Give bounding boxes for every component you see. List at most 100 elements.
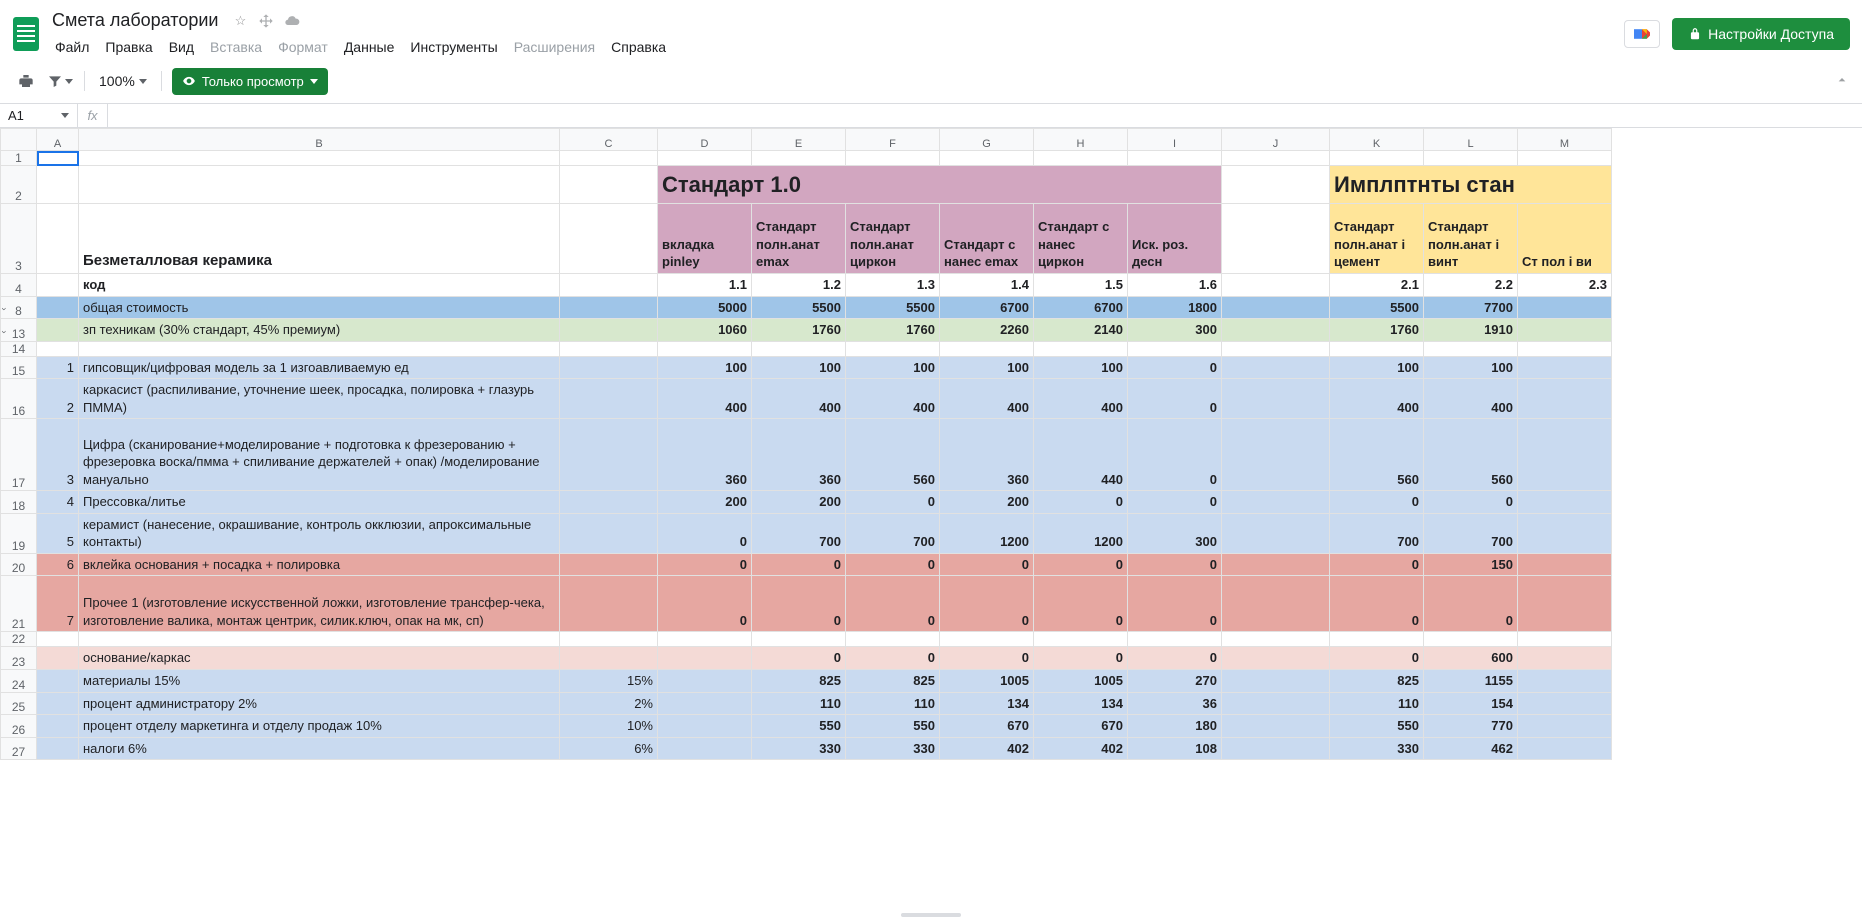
cell[interactable]: Стандарт полн.анат циркон xyxy=(846,204,940,274)
cell[interactable] xyxy=(560,419,658,491)
cell[interactable] xyxy=(940,341,1034,356)
cell[interactable] xyxy=(658,715,752,738)
cell[interactable]: 100 xyxy=(1034,356,1128,379)
formula-input[interactable] xyxy=(108,104,1862,127)
move-icon[interactable] xyxy=(258,13,274,29)
cell[interactable]: 180 xyxy=(1128,715,1222,738)
cell[interactable]: 1760 xyxy=(1330,319,1424,342)
cell[interactable]: 670 xyxy=(1034,715,1128,738)
row-header[interactable]: 23 xyxy=(1,647,37,670)
cell[interactable]: Стандарт 1.0 xyxy=(658,166,1222,204)
cell[interactable] xyxy=(1518,341,1612,356)
cell[interactable] xyxy=(752,632,846,647)
row-header[interactable]: 2 xyxy=(1,166,37,204)
cell[interactable]: 1.4 xyxy=(940,274,1034,297)
cell[interactable] xyxy=(1222,341,1330,356)
cell[interactable]: 0 xyxy=(1128,491,1222,514)
cell[interactable]: 0 xyxy=(1330,576,1424,632)
cell[interactable]: 700 xyxy=(1330,513,1424,553)
cell[interactable] xyxy=(940,151,1034,166)
cell[interactable]: 0 xyxy=(752,576,846,632)
cell[interactable] xyxy=(560,274,658,297)
cell[interactable] xyxy=(37,737,79,760)
menu-tools[interactable]: Инструменты xyxy=(403,35,504,59)
cell[interactable]: 1060 xyxy=(658,319,752,342)
cell[interactable]: 0 xyxy=(1128,576,1222,632)
cell[interactable]: 670 xyxy=(940,715,1034,738)
cell[interactable]: 1760 xyxy=(846,319,940,342)
cell[interactable] xyxy=(658,151,752,166)
cell[interactable]: 400 xyxy=(1424,379,1518,419)
cell[interactable] xyxy=(1222,356,1330,379)
cell[interactable] xyxy=(1518,513,1612,553)
name-box[interactable]: A1 xyxy=(0,104,78,127)
cell[interactable] xyxy=(1222,647,1330,670)
cell[interactable] xyxy=(1128,151,1222,166)
cell[interactable] xyxy=(1034,341,1128,356)
cell[interactable]: 6% xyxy=(560,737,658,760)
col-header-L[interactable]: L xyxy=(1424,129,1518,151)
cell[interactable]: 2.1 xyxy=(1330,274,1424,297)
cell[interactable]: 400 xyxy=(1034,379,1128,419)
cell[interactable]: процент отделу маркетинга и отделу прода… xyxy=(79,715,560,738)
cell[interactable]: 0 xyxy=(1128,419,1222,491)
cell[interactable] xyxy=(560,204,658,274)
cell[interactable] xyxy=(560,647,658,670)
meet-icon[interactable] xyxy=(1624,20,1660,48)
cell[interactable]: 5 xyxy=(37,513,79,553)
cell[interactable] xyxy=(1034,632,1128,647)
row-header[interactable]: 3 xyxy=(1,204,37,274)
cell[interactable]: 400 xyxy=(658,379,752,419)
cell[interactable]: 110 xyxy=(1330,692,1424,715)
cell[interactable] xyxy=(658,737,752,760)
cell[interactable]: 700 xyxy=(752,513,846,553)
cell[interactable]: 134 xyxy=(940,692,1034,715)
cell[interactable]: 770 xyxy=(1424,715,1518,738)
menu-extensions[interactable]: Расширения xyxy=(507,35,602,59)
cell[interactable] xyxy=(1518,319,1612,342)
col-header-I[interactable]: I xyxy=(1128,129,1222,151)
cell[interactable] xyxy=(560,379,658,419)
cell[interactable] xyxy=(37,296,79,319)
cell[interactable] xyxy=(1424,632,1518,647)
cell[interactable]: 300 xyxy=(1128,513,1222,553)
cell[interactable] xyxy=(940,632,1034,647)
cell[interactable]: 110 xyxy=(752,692,846,715)
row-header[interactable]: 4 xyxy=(1,274,37,297)
cell[interactable] xyxy=(560,576,658,632)
cell[interactable] xyxy=(846,341,940,356)
cell[interactable] xyxy=(1518,491,1612,514)
cell[interactable] xyxy=(560,296,658,319)
cell[interactable] xyxy=(37,204,79,274)
cell[interactable]: 402 xyxy=(1034,737,1128,760)
cell[interactable]: керамист (нанесение, окрашивание, контро… xyxy=(79,513,560,553)
cell[interactable] xyxy=(560,513,658,553)
cell[interactable]: 700 xyxy=(846,513,940,553)
cell[interactable]: 825 xyxy=(752,670,846,693)
cell[interactable]: 1.1 xyxy=(658,274,752,297)
cell[interactable]: материалы 15% xyxy=(79,670,560,693)
cell[interactable]: 36 xyxy=(1128,692,1222,715)
share-button[interactable]: Настройки Доступа xyxy=(1672,18,1850,50)
cell[interactable]: Прочее 1 (изготовление искусственной лож… xyxy=(79,576,560,632)
cell[interactable] xyxy=(1222,715,1330,738)
document-title[interactable]: Смета лаборатории xyxy=(48,8,222,33)
cell[interactable]: 0 xyxy=(1034,576,1128,632)
cell[interactable] xyxy=(1222,379,1330,419)
cell[interactable]: 560 xyxy=(846,419,940,491)
cell[interactable]: 0 xyxy=(1034,647,1128,670)
col-header-F[interactable]: F xyxy=(846,129,940,151)
cell[interactable]: Цифра (сканирование+моделирование + подг… xyxy=(79,419,560,491)
cell[interactable] xyxy=(1222,553,1330,576)
row-header[interactable]: 18 xyxy=(1,491,37,514)
cell[interactable] xyxy=(1518,296,1612,319)
cell[interactable]: 2 xyxy=(37,379,79,419)
cell[interactable] xyxy=(37,647,79,670)
cell[interactable]: каркасист (распиливание, уточнение шеек,… xyxy=(79,379,560,419)
cell[interactable]: Стандарт с нанес emax xyxy=(940,204,1034,274)
menu-data[interactable]: Данные xyxy=(337,35,402,59)
cell[interactable]: 100 xyxy=(658,356,752,379)
cell[interactable] xyxy=(560,632,658,647)
cell[interactable] xyxy=(1330,151,1424,166)
cell[interactable]: 2.2 xyxy=(1424,274,1518,297)
